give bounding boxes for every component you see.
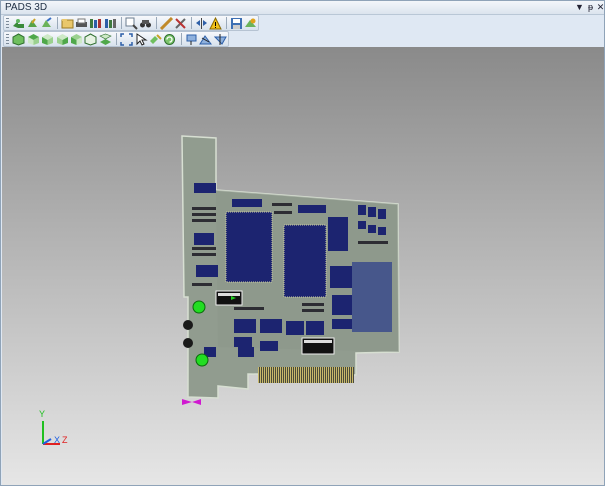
axis-label-x: X [54, 435, 60, 445]
clip-z-icon[interactable] [213, 32, 227, 46]
binoculars-icon[interactable] [139, 16, 152, 30]
window-title-bar: PADS 3D ▼ ᵽ ✕ [1, 1, 604, 15]
toolbar-separator [180, 33, 182, 45]
view-back-icon[interactable] [84, 32, 97, 46]
warning-icon[interactable] [209, 16, 222, 30]
toolbar-separator [225, 17, 227, 29]
toolbar-separator [57, 17, 59, 29]
axis-label-y: Y [39, 409, 45, 419]
flip-icon[interactable] [195, 16, 208, 30]
axis-label-z: Z [62, 435, 68, 445]
pan-icon[interactable] [149, 32, 162, 46]
toolbar-separator [155, 17, 157, 29]
view-top-icon[interactable] [26, 32, 39, 46]
view-toolbar [3, 31, 229, 47]
tools-icon[interactable] [174, 16, 187, 30]
open-icon[interactable] [12, 16, 25, 30]
view-left-icon[interactable] [70, 32, 83, 46]
toolbar-separator [190, 17, 192, 29]
folder-icon[interactable] [61, 16, 74, 30]
pci-edge-connector [258, 367, 354, 383]
library-icon[interactable] [89, 16, 102, 30]
toolbar-grip[interactable] [6, 18, 9, 28]
axis-triad: Y X Z [39, 409, 68, 445]
toolbar-separator [116, 33, 117, 45]
settings-icon[interactable] [244, 16, 257, 30]
window-close-icon[interactable]: ✕ [595, 1, 605, 14]
view-bottom-icon[interactable] [99, 32, 112, 46]
clip-x-icon[interactable] [185, 32, 198, 46]
print-icon[interactable] [75, 16, 88, 30]
measure-icon[interactable] [159, 16, 173, 30]
library-edit-icon[interactable] [104, 16, 117, 30]
3d-scene: Y X Z [39, 135, 400, 445]
export-icon[interactable] [40, 16, 53, 30]
window-title: PADS 3D [5, 2, 48, 13]
toolbar-separator [120, 17, 122, 29]
select-icon[interactable] [134, 32, 148, 46]
origin-marker [182, 399, 201, 405]
view-front-icon[interactable] [41, 32, 54, 46]
import-icon[interactable] [26, 16, 39, 30]
fit-icon[interactable] [120, 32, 133, 46]
pads-3d-window: PADS 3D ▼ ᵽ ✕ Y X Z [0, 0, 605, 486]
toolbar-grip[interactable] [6, 34, 9, 44]
3d-viewport[interactable]: Y X Z [2, 47, 604, 485]
view-iso-icon[interactable] [12, 32, 25, 46]
rotate-icon[interactable] [163, 32, 176, 46]
zoom-icon[interactable] [125, 16, 138, 30]
view-right-icon[interactable] [55, 32, 68, 46]
save-view-icon[interactable] [230, 16, 243, 30]
main-toolbar [3, 15, 259, 31]
window-dropdown-icon[interactable]: ▼ [574, 1, 585, 14]
clip-y-icon[interactable] [199, 32, 213, 46]
